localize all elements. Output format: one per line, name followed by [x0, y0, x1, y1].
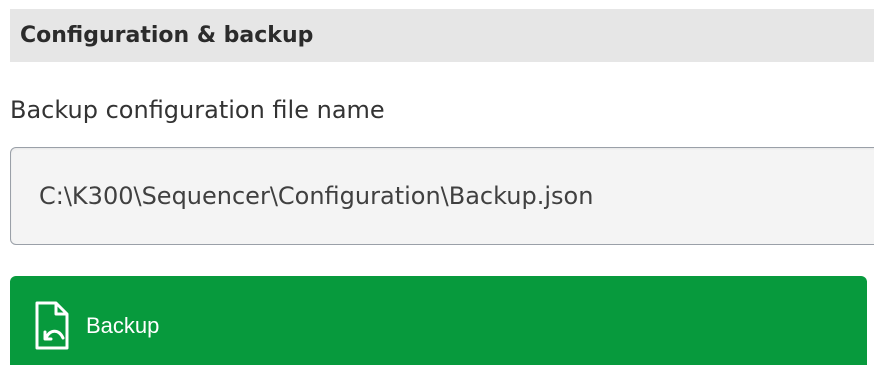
backup-file-name-label: Backup configuration file name: [10, 96, 385, 124]
configuration-backup-panel: Configuration & backup Backup configurat…: [0, 0, 874, 365]
section-header: Configuration & backup: [10, 9, 874, 62]
section-title: Configuration & backup: [20, 23, 314, 48]
backup-file-name-input[interactable]: [10, 147, 874, 245]
backup-button-label: Backup: [86, 313, 160, 338]
backup-button[interactable]: Backup: [10, 276, 867, 365]
file-backup-icon: [34, 300, 72, 352]
